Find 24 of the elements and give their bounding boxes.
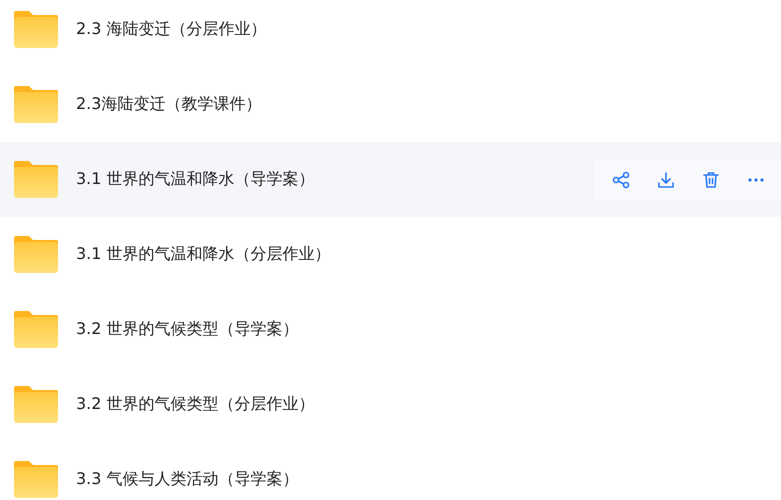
folder-icon: [14, 311, 58, 348]
folder-name: 3.2 世界的气候类型（导学案）: [76, 319, 300, 340]
folder-name: 3.2 世界的气候类型（分层作业）: [76, 394, 316, 415]
folder-name: 2.3海陆变迁（教学课件）: [76, 94, 262, 115]
folder-row[interactable]: 3.3 气候与人类活动（导学案）: [0, 442, 781, 500]
download-icon[interactable]: [657, 170, 675, 188]
folder-name: 3.3 气候与人类活动（导学案）: [76, 469, 300, 490]
folder-row[interactable]: 3.1 世界的气温和降水（分层作业）: [0, 217, 781, 292]
folder-name: 3.1 世界的气温和降水（分层作业）: [76, 244, 332, 265]
folder-icon: [14, 86, 58, 123]
share-icon[interactable]: [612, 170, 630, 188]
folder-row[interactable]: 3.2 世界的气候类型（分层作业）: [0, 367, 781, 442]
folder-row[interactable]: 2.3海陆变迁（教学课件）: [0, 67, 781, 142]
folder-icon: [14, 11, 58, 48]
folder-icon: [14, 386, 58, 423]
folder-icon: [14, 461, 58, 498]
folder-name: 3.1 世界的气温和降水（导学案）: [76, 169, 316, 190]
folder-icon: [14, 236, 58, 273]
folder-row[interactable]: 3.2 世界的气候类型（导学案）: [0, 292, 781, 367]
folder-icon: [14, 161, 58, 198]
folder-row[interactable]: 3.1 世界的气温和降水（导学案）: [0, 142, 781, 217]
delete-icon[interactable]: [702, 170, 720, 188]
folder-row[interactable]: 2.3 海陆变迁（分层作业）: [0, 0, 781, 67]
folder-name: 2.3 海陆变迁（分层作业）: [76, 19, 268, 40]
